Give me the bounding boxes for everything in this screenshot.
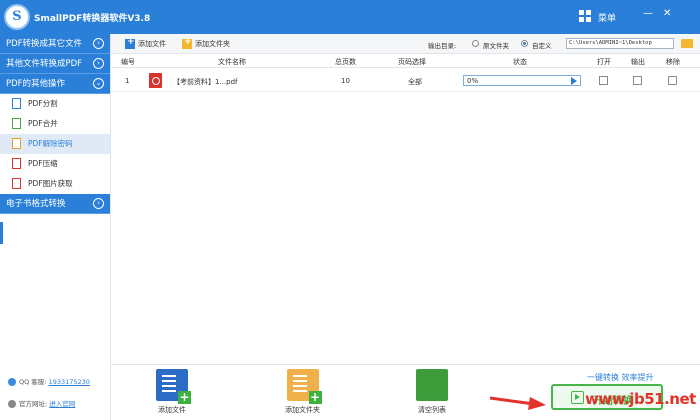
radio-custom-label: 自定义 xyxy=(532,42,552,50)
pdf-merge-icon xyxy=(12,118,21,129)
chevron-right-icon: › xyxy=(93,58,104,69)
pdf-image-icon xyxy=(12,178,21,189)
col-name: 文件名称 xyxy=(218,58,246,66)
sidebar-item-pdf-image-extract[interactable]: PDF图片获取 xyxy=(0,174,110,194)
radio-source-folder-label: 原文件夹 xyxy=(483,42,509,50)
play-icon[interactable] xyxy=(571,77,577,85)
sidebar-section-other-to-pdf[interactable]: 其他文件转换成PDF › xyxy=(0,54,110,74)
row-pages: 10 xyxy=(341,77,350,85)
close-button[interactable]: ✕ xyxy=(663,8,671,19)
col-num: 编号 xyxy=(121,58,135,66)
add-file-large-icon: + xyxy=(156,369,191,404)
pdf-split-icon xyxy=(12,98,21,109)
radio-source-folder[interactable] xyxy=(472,40,479,47)
col-pages: 总页数 xyxy=(335,58,356,66)
pdf-compress-icon xyxy=(12,158,21,169)
add-folder-icon xyxy=(182,37,192,49)
watermark-text: www.jb51.net xyxy=(585,390,696,408)
add-folder-button[interactable]: 添加文件夹 xyxy=(182,37,230,49)
toolbar: 添加文件 添加文件夹 输出目录: 原文件夹 自定义 C:\Users\ADMIN… xyxy=(111,34,700,54)
slogan-text: 一键转换 效率提升 xyxy=(587,373,654,382)
qq-contact: QQ 客服: 1933175230 xyxy=(8,376,90,386)
progress-bar: 0% xyxy=(463,75,581,86)
sidebar-item-pdf-compress[interactable]: PDF压缩 xyxy=(0,154,110,174)
add-file-button[interactable]: 添加文件 xyxy=(125,37,166,49)
row-filename: 【考前资料】1...pdf xyxy=(173,78,238,86)
pdf-unlock-icon xyxy=(12,138,21,149)
sidebar-accent xyxy=(0,222,3,244)
row-num: 1 xyxy=(125,77,130,85)
table-row[interactable]: 1 【考前资料】1...pdf 10 全部 0% xyxy=(111,70,700,92)
site-contact: 官方网址: 进入官网 xyxy=(8,398,75,408)
output-path-input[interactable]: C:\Users\ADMINI~1\Desktop xyxy=(566,38,674,49)
start-icon xyxy=(571,391,584,404)
output-dir-label: 输出目录: xyxy=(428,42,457,50)
radio-custom[interactable] xyxy=(521,40,528,47)
sidebar: PDF转换成其它文件 › 其他文件转换成PDF › PDF的其他操作 ⌄ PDF… xyxy=(0,34,111,420)
grid-menu-icon[interactable] xyxy=(579,10,592,23)
app-logo: S xyxy=(4,4,30,30)
chevron-right-icon: › xyxy=(93,198,104,209)
red-arrow-icon xyxy=(489,396,546,410)
chevron-down-icon: ⌄ xyxy=(93,78,104,89)
output-file-icon[interactable] xyxy=(633,76,642,85)
bottom-add-folder-button[interactable]: + 添加文件夹 xyxy=(285,369,322,415)
qq-link[interactable]: 1933175230 xyxy=(49,378,90,386)
open-file-icon[interactable] xyxy=(599,76,608,85)
progress-text: 0% xyxy=(467,77,479,85)
sidebar-item-pdf-split[interactable]: PDF分割 xyxy=(0,94,110,114)
pdf-file-icon xyxy=(149,73,162,88)
sidebar-item-pdf-unlock[interactable]: PDF解除密码 xyxy=(0,134,110,154)
title-bar: S SmallPDF转换器软件V3.8 菜单 — ✕ xyxy=(0,0,700,34)
add-folder-large-icon: + xyxy=(286,369,322,404)
col-status: 状态 xyxy=(513,58,527,66)
col-remove: 移除 xyxy=(666,58,680,66)
add-file-icon xyxy=(125,37,135,49)
table-header: 编号 文件名称 总页数 页码选择 状态 打开 输出 移除 xyxy=(111,54,700,68)
clear-list-button[interactable]: 清空列表 xyxy=(416,369,448,415)
sidebar-section-pdf-to-other[interactable]: PDF转换成其它文件 › xyxy=(0,34,110,54)
col-open: 打开 xyxy=(597,58,611,66)
qq-icon xyxy=(8,378,16,386)
sidebar-item-pdf-merge[interactable]: PDF合并 xyxy=(0,114,110,134)
chevron-right-icon: › xyxy=(93,38,104,49)
app-title: SmallPDF转换器软件V3.8 xyxy=(34,14,151,24)
col-output: 输出 xyxy=(631,58,645,66)
broom-icon xyxy=(416,369,448,401)
sidebar-section-ebook[interactable]: 电子书格式转换 › xyxy=(0,194,110,214)
globe-icon xyxy=(8,400,16,408)
trash-icon[interactable] xyxy=(668,76,677,85)
site-link[interactable]: 进入官网 xyxy=(49,400,75,408)
browse-folder-icon[interactable] xyxy=(681,39,693,48)
minimize-button[interactable]: — xyxy=(643,8,653,19)
sidebar-section-pdf-other-ops[interactable]: PDF的其他操作 ⌄ xyxy=(0,74,110,94)
bottom-add-file-button[interactable]: + 添加文件 xyxy=(156,369,191,415)
col-range: 页码选择 xyxy=(398,58,426,66)
menu-button[interactable]: 菜单 xyxy=(598,11,616,24)
row-range[interactable]: 全部 xyxy=(408,77,422,87)
